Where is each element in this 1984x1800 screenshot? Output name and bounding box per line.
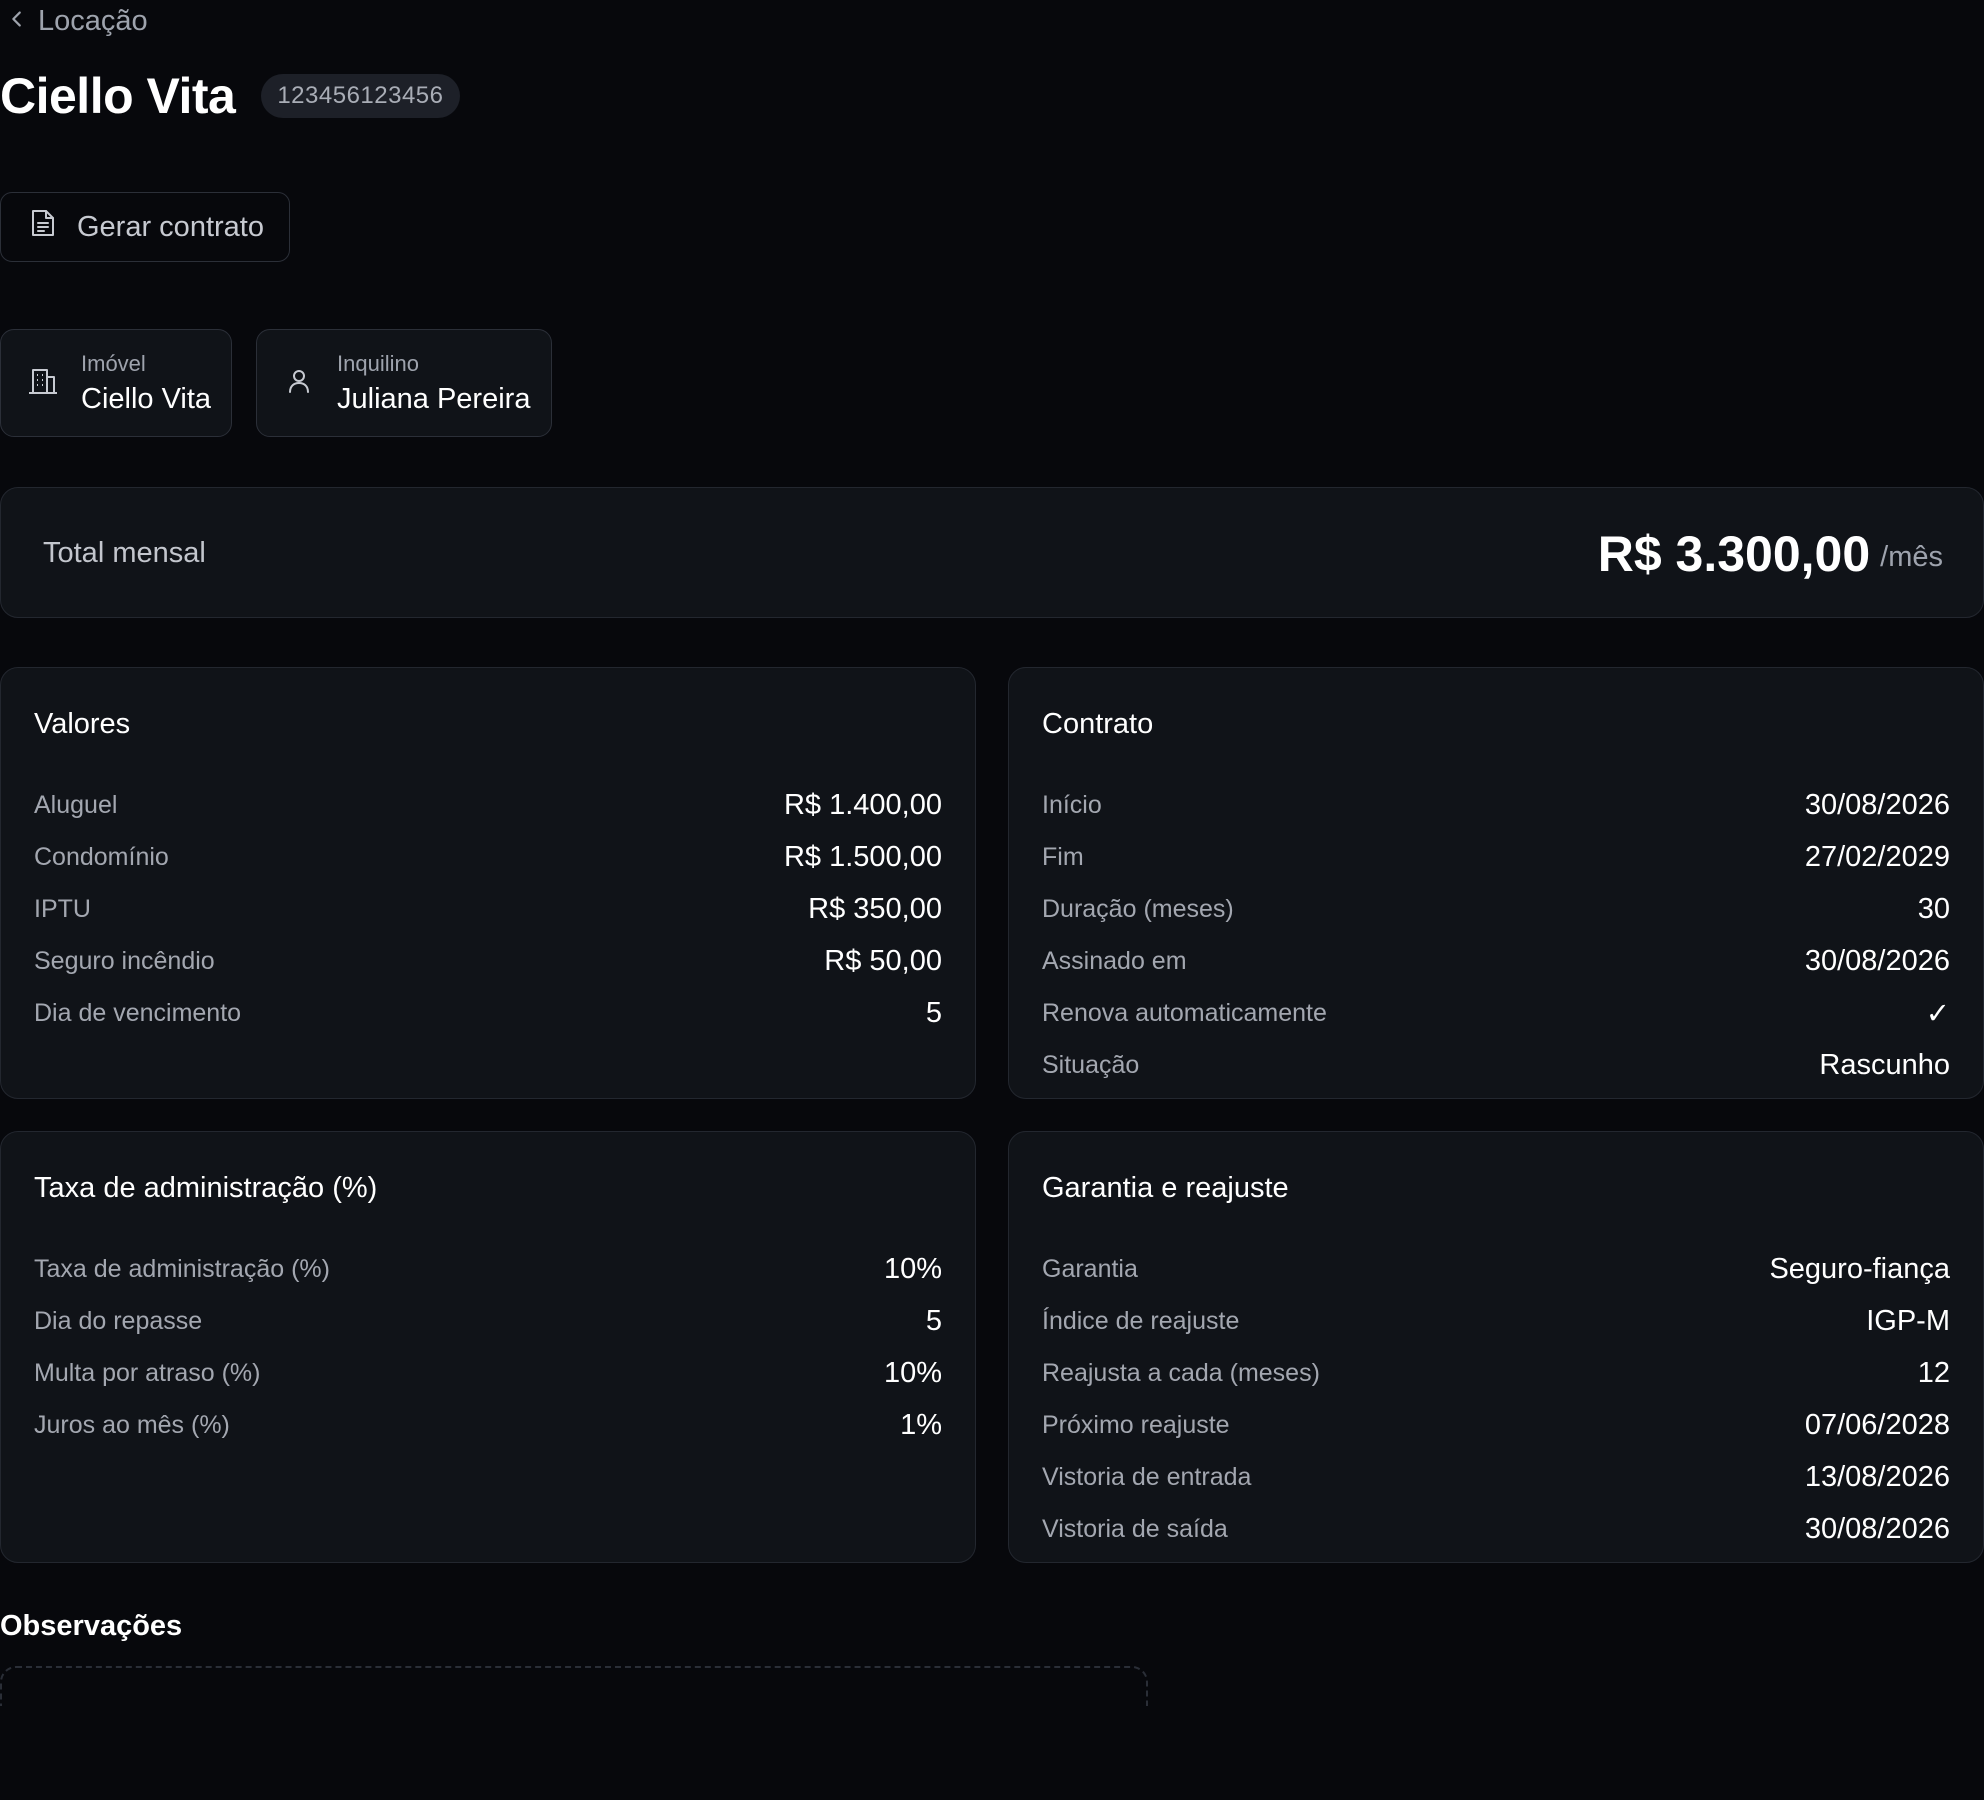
breadcrumb-label: Locação: [38, 4, 148, 37]
row-label: Multa por atraso (%): [34, 1358, 261, 1387]
row-value: 5: [925, 1304, 942, 1337]
row-value: R$ 1.400,00: [783, 788, 942, 821]
contrato-row: Situação Rascunho: [1042, 1045, 1950, 1085]
locacao-detail-page: Locação Ciello Vita 123456123456 Gerar c…: [0, 0, 1984, 1800]
row-label: Próximo reajuste: [1042, 1410, 1230, 1439]
total-label: Total mensal: [43, 537, 206, 569]
imovel-value: Ciello Vita: [81, 382, 212, 415]
row-value: 30/08/2026: [1804, 944, 1950, 977]
breadcrumb-back-link[interactable]: Locação: [6, 2, 148, 40]
valores-row: Condomínio R$ 1.500,00: [34, 837, 942, 877]
valores-row: Aluguel R$ 1.400,00: [34, 785, 942, 825]
row-label: Condomínio: [34, 842, 169, 871]
row-value: Seguro-fiança: [1769, 1252, 1950, 1285]
row-label: Duração (meses): [1042, 894, 1234, 923]
contrato-row: Início 30/08/2026: [1042, 785, 1950, 825]
row-label: Início: [1042, 790, 1102, 819]
row-label: Renova automaticamente: [1042, 998, 1327, 1027]
row-value: 12: [1917, 1356, 1950, 1389]
observacoes-box[interactable]: [0, 1666, 1148, 1706]
generate-contract-button[interactable]: Gerar contrato: [0, 192, 290, 262]
taxa-row: Multa por atraso (%) 10%: [34, 1353, 942, 1393]
row-label: Vistoria de entrada: [1042, 1462, 1252, 1491]
valores-title: Valores: [34, 708, 131, 740]
contrato-title: Contrato: [1042, 708, 1154, 740]
garantia-title: Garantia e reajuste: [1042, 1172, 1289, 1204]
valores-card: Valores Aluguel R$ 1.400,00 Condomínio R…: [0, 667, 976, 1099]
contrato-row: Duração (meses) 30: [1042, 889, 1950, 929]
valores-row: Seguro incêndio R$ 50,00: [34, 941, 942, 981]
generate-contract-label: Gerar contrato: [77, 210, 264, 243]
chevron-left-icon: [6, 5, 28, 38]
imovel-label: Imóvel: [81, 350, 146, 376]
taxa-administracao-card: Taxa de administração (%) Taxa de admini…: [0, 1131, 976, 1563]
document-icon: [29, 208, 57, 246]
row-label: Índice de reajuste: [1042, 1306, 1240, 1335]
row-label: Situação: [1042, 1050, 1140, 1079]
taxa-row: Dia do repasse 5: [34, 1301, 942, 1341]
inquilino-label: Inquilino: [337, 350, 419, 376]
garantia-row: Vistoria de entrada 13/08/2026: [1042, 1457, 1950, 1497]
inquilino-value: Juliana Pereira: [337, 382, 531, 415]
total-value: R$ 3.300,00: [1597, 525, 1871, 582]
page-title: Ciello Vita: [0, 68, 236, 124]
taxa-row: Juros ao mês (%) 1%: [34, 1405, 942, 1445]
imovel-chip[interactable]: Imóvel Ciello Vita: [0, 329, 232, 437]
row-value: 5: [925, 996, 942, 1029]
row-label: Aluguel: [34, 790, 118, 819]
row-value: 30/08/2026: [1804, 788, 1950, 821]
contrato-row: Renova automaticamente ✓: [1042, 993, 1950, 1033]
taxa-title: Taxa de administração (%): [34, 1172, 378, 1204]
garantia-row: Reajusta a cada (meses) 12: [1042, 1353, 1950, 1393]
row-value: 10%: [883, 1356, 942, 1389]
row-label: Reajusta a cada (meses): [1042, 1358, 1320, 1387]
total-monthly-panel: Total mensal R$ 3.300,00 /mês: [0, 487, 1984, 618]
total-suffix: /mês: [1880, 541, 1943, 573]
row-label: Dia de vencimento: [34, 998, 242, 1027]
building-icon: [27, 365, 59, 402]
valores-row: Dia de vencimento 5: [34, 993, 942, 1033]
row-value: R$ 1.500,00: [783, 840, 942, 873]
checkmark-icon: ✓: [1925, 997, 1950, 1030]
contrato-row: Fim 27/02/2029: [1042, 837, 1950, 877]
row-label: Garantia: [1042, 1254, 1138, 1283]
garantia-row: Índice de reajuste IGP-M: [1042, 1301, 1950, 1341]
row-label: Vistoria de saída: [1042, 1514, 1228, 1543]
valores-row: IPTU R$ 350,00: [34, 889, 942, 929]
row-label: Assinado em: [1042, 946, 1187, 975]
status-value: Rascunho: [1819, 1048, 1950, 1081]
title-row: Ciello Vita 123456123456: [0, 64, 460, 128]
contrato-card: Contrato Início 30/08/2026 Fim 27/02/202…: [1008, 667, 1984, 1099]
row-value: 30: [1917, 892, 1950, 925]
total-amount: R$ 3.300,00 /mês: [1598, 488, 1943, 619]
garantia-row: Garantia Seguro-fiança: [1042, 1249, 1950, 1289]
row-value: 10%: [883, 1252, 942, 1285]
row-value: R$ 50,00: [824, 944, 942, 977]
row-label: Seguro incêndio: [34, 946, 215, 975]
row-value: 13/08/2026: [1804, 1460, 1950, 1493]
garantia-reajuste-card: Garantia e reajuste Garantia Seguro-fian…: [1008, 1131, 1984, 1563]
garantia-row: Vistoria de saída 30/08/2026: [1042, 1509, 1950, 1549]
row-value: 07/06/2028: [1804, 1408, 1950, 1441]
taxa-row: Taxa de administração (%) 10%: [34, 1249, 942, 1289]
row-label: IPTU: [34, 894, 91, 923]
observacoes-title: Observações: [0, 1610, 183, 1642]
row-label: Dia do repasse: [34, 1306, 203, 1335]
row-value: R$ 350,00: [808, 892, 942, 925]
row-value: 27/02/2029: [1804, 840, 1950, 873]
id-badge: 123456123456: [261, 74, 460, 118]
row-label: Fim: [1042, 842, 1084, 871]
row-value: IGP-M: [1866, 1304, 1950, 1337]
row-value: 30/08/2026: [1804, 1512, 1950, 1545]
garantia-row: Próximo reajuste 07/06/2028: [1042, 1405, 1950, 1445]
row-label: Taxa de administração (%): [34, 1254, 330, 1283]
user-icon: [283, 365, 315, 402]
row-label: Juros ao mês (%): [34, 1410, 230, 1439]
contrato-row: Assinado em 30/08/2026: [1042, 941, 1950, 981]
inquilino-chip[interactable]: Inquilino Juliana Pereira: [256, 329, 552, 437]
row-value: 1%: [900, 1408, 942, 1441]
